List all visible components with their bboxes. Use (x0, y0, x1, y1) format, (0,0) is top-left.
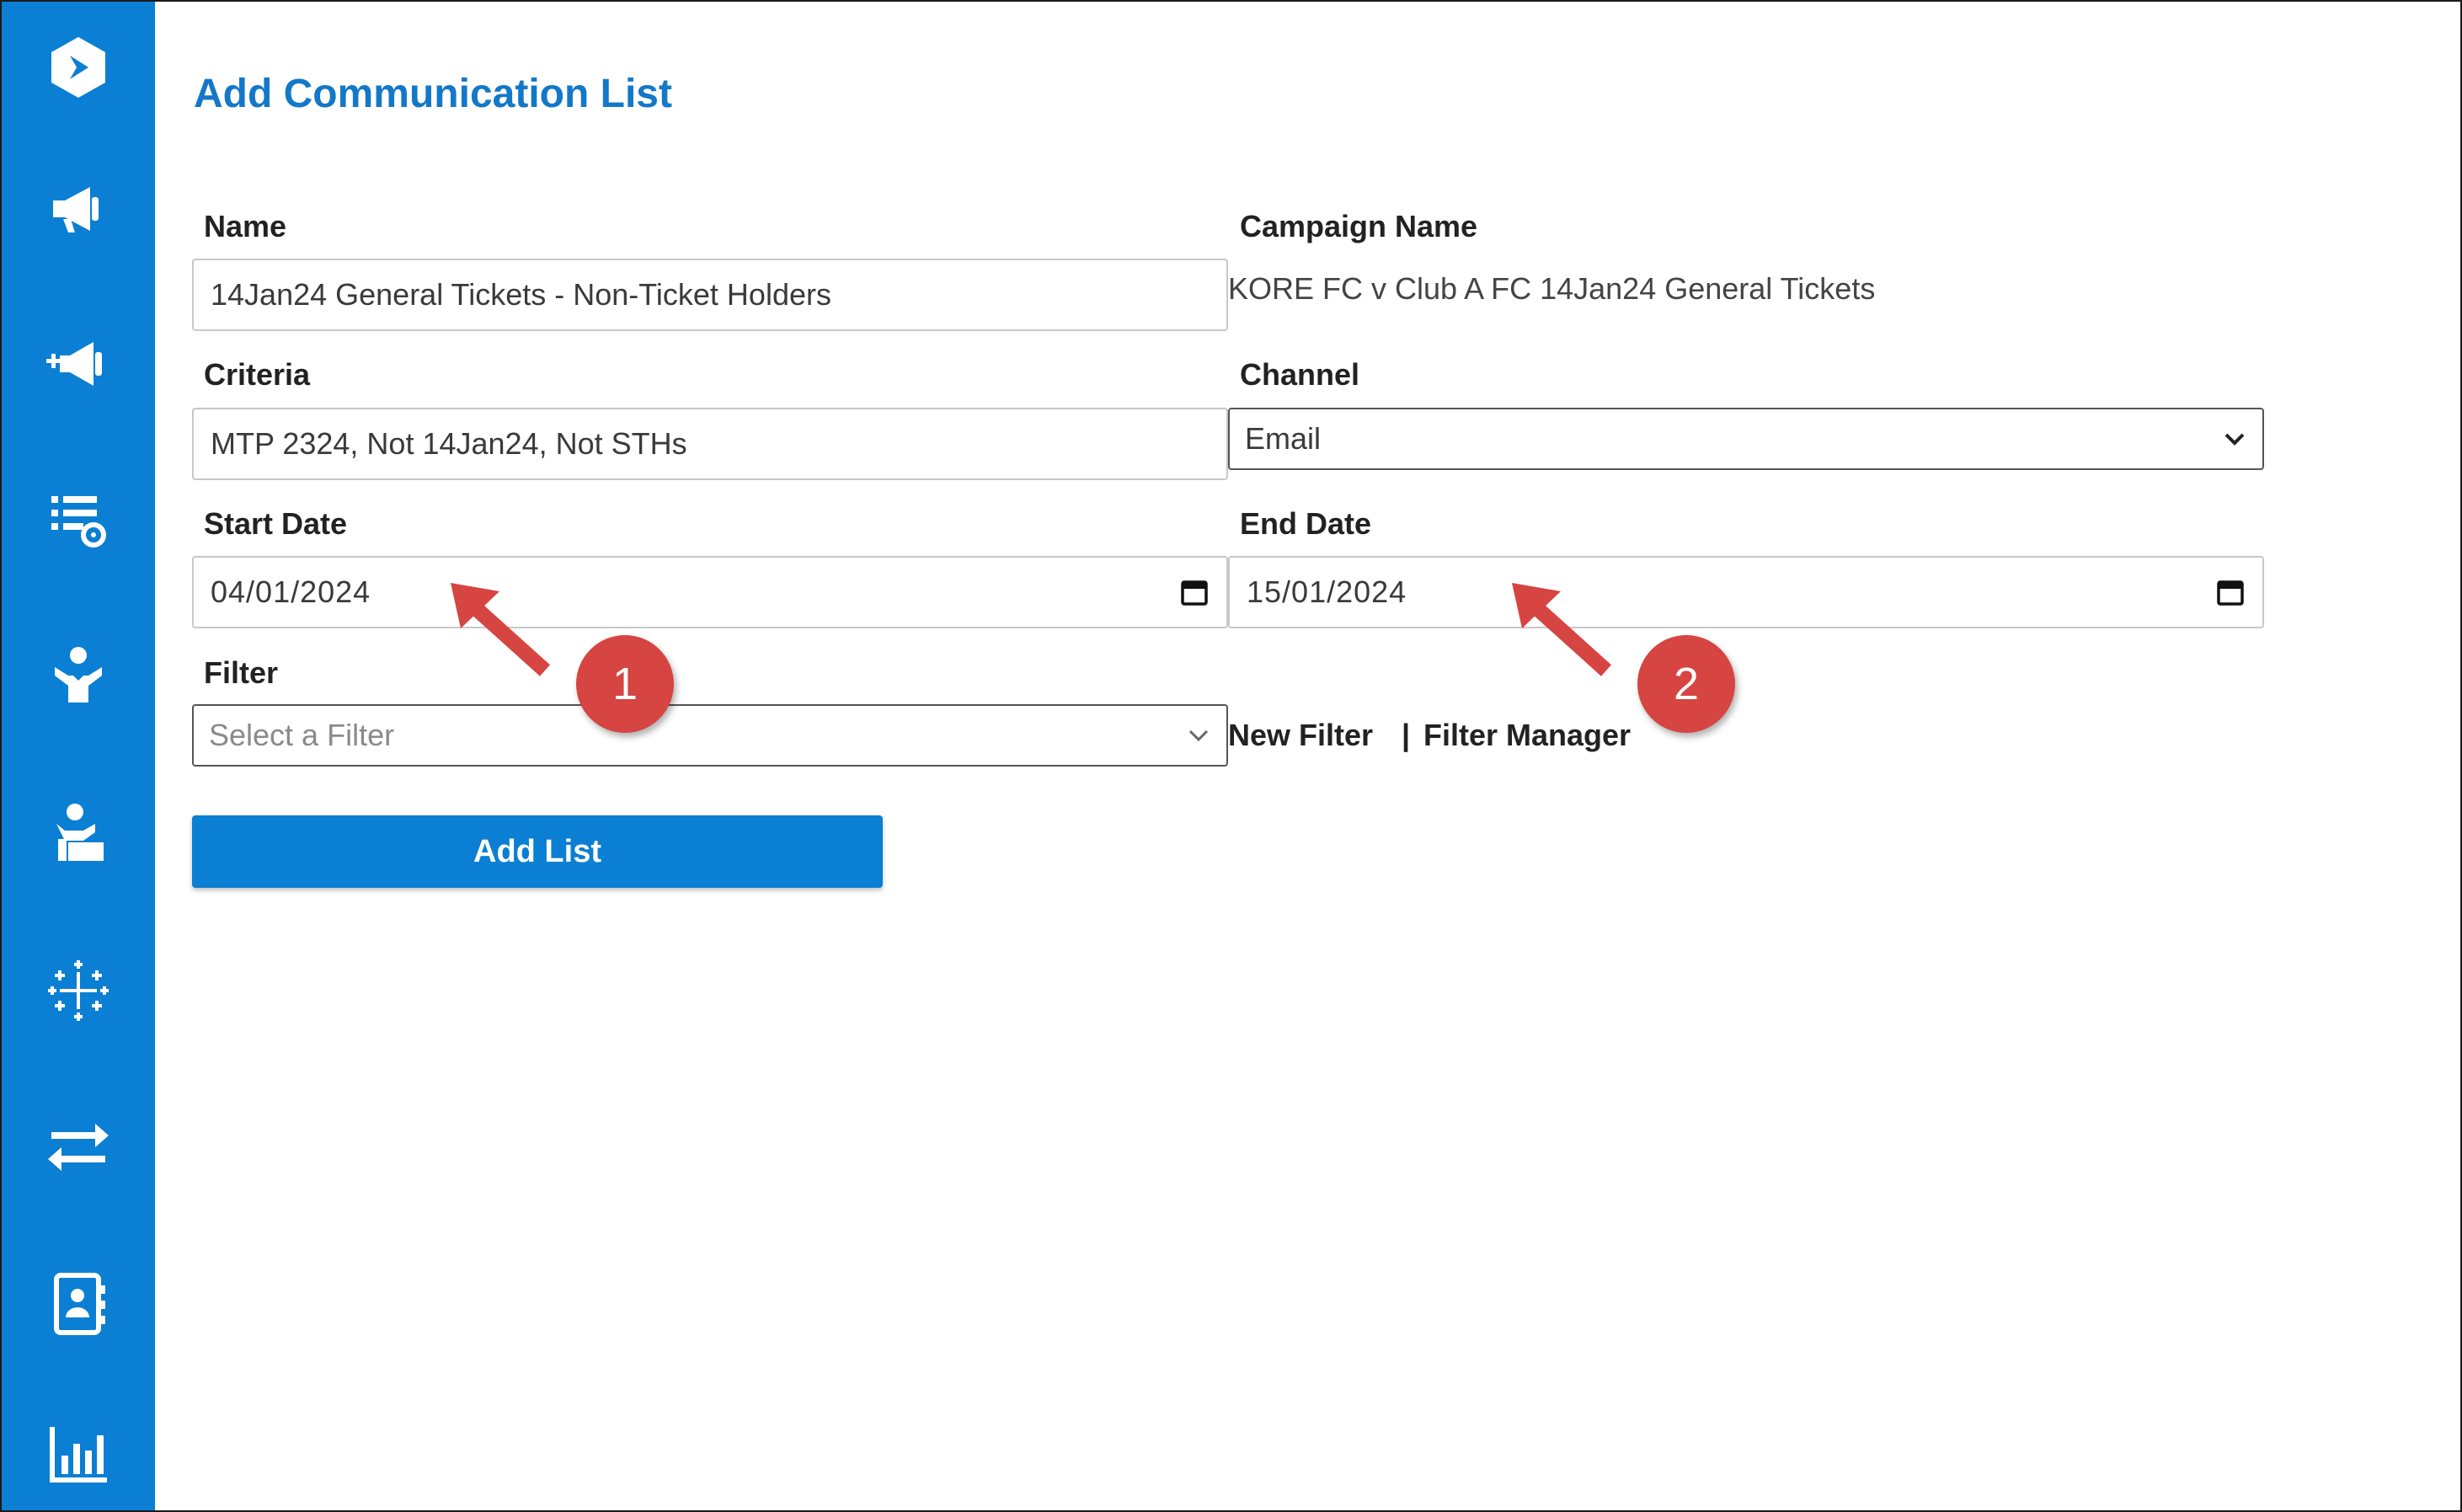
annotation-callout-2: 2 (1637, 635, 1735, 733)
tableau-icon[interactable] (36, 948, 120, 1033)
page-title: Add Communication List (194, 72, 672, 116)
transfer-arrows-icon[interactable] (36, 1105, 120, 1189)
name-label: Name (204, 209, 287, 243)
filter-label: Filter (204, 655, 279, 690)
megaphone-icon[interactable] (36, 167, 120, 251)
criteria-input[interactable] (192, 408, 1228, 480)
end-date-value: 15/01/2024 (1247, 574, 1407, 609)
start-date-value: 04/01/2024 (211, 574, 371, 609)
app-window: Add Communication List Name Campaign Nam… (0, 0, 2462, 1512)
person-desk-icon[interactable] (36, 792, 120, 876)
filter-manager-link[interactable]: Filter Manager (1423, 718, 1631, 753)
bar-chart-icon[interactable] (36, 1413, 120, 1498)
name-input[interactable] (192, 259, 1228, 331)
end-date-input[interactable]: 15/01/2024 (1228, 556, 2264, 628)
criteria-label: Criteria (204, 357, 311, 392)
app-logo-icon[interactable] (36, 25, 120, 110)
start-date-label: Start Date (204, 506, 348, 541)
channel-label: Channel (1240, 357, 1360, 392)
annotation-arrow-1 (451, 583, 551, 676)
annotation-arrow-2 (1512, 583, 1612, 676)
calendar-icon[interactable] (2215, 577, 2246, 607)
end-date-label: End Date (1240, 506, 1372, 541)
contact-book-icon[interactable] (36, 1262, 120, 1346)
filter-placeholder: Select a Filter (209, 718, 395, 752)
chevron-down-icon (1186, 723, 1211, 748)
filter-select[interactable]: Select a Filter (192, 704, 1228, 767)
new-filter-link[interactable]: New Filter (1228, 718, 1373, 753)
calendar-icon[interactable] (1179, 577, 1210, 607)
add-list-button[interactable]: Add List (192, 815, 883, 888)
sidebar (2, 2, 155, 1510)
list-settings-icon[interactable] (36, 478, 120, 562)
annotation-callout-1: 1 (576, 635, 674, 733)
megaphone-add-icon[interactable] (36, 322, 120, 406)
start-date-input[interactable]: 04/01/2024 (192, 556, 1228, 628)
campaign-name-value: KORE FC v Club A FC 14Jan24 General Tick… (1228, 271, 1876, 306)
person-heart-icon[interactable] (36, 633, 120, 718)
chevron-down-icon (2222, 426, 2247, 451)
campaign-name-label: Campaign Name (1240, 209, 1478, 243)
channel-select[interactable]: Email (1228, 408, 2264, 470)
channel-selected-value: Email (1245, 421, 1322, 456)
link-separator: | (1402, 718, 1411, 752)
